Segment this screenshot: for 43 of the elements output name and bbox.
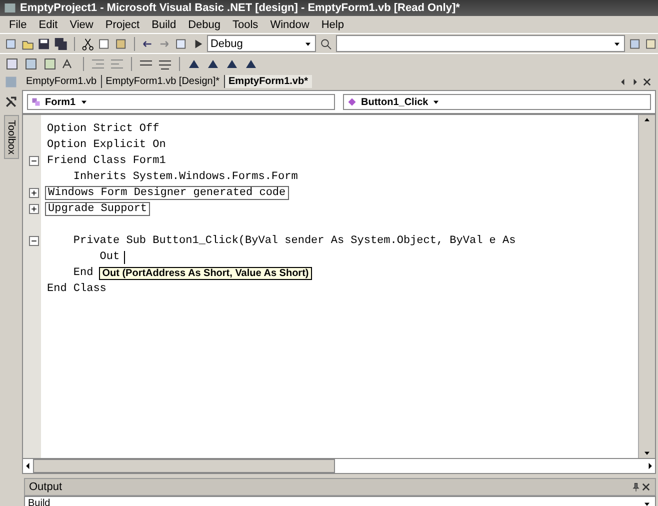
menu-item[interactable]: Build	[146, 18, 182, 30]
class-dropdown[interactable]: Form1	[27, 94, 335, 110]
collapse-icon[interactable]	[29, 156, 39, 166]
menu-item[interactable]: Tools	[228, 18, 264, 30]
menu-item[interactable]: Edit	[34, 18, 63, 30]
toolbox-tab[interactable]: Toolbox	[4, 115, 18, 160]
collapsed-region[interactable]: Upgrade Support	[45, 202, 150, 216]
document-tab[interactable]: EmptyForm1.vb	[22, 75, 102, 88]
code-line: Private Sub Button1_Click(ByVal sender As System.Object, ByVal e As	[72, 235, 516, 247]
method-icon[interactable]	[346, 96, 358, 108]
menu-item[interactable]: Help	[316, 18, 349, 30]
cut-icon[interactable]	[80, 36, 94, 52]
app-icon	[4, 2, 16, 14]
configuration-dropdown[interactable]: Debug	[207, 35, 316, 52]
document-tab[interactable]: EmptyForm1.vb*	[224, 75, 312, 88]
code-line: Out	[98, 251, 120, 263]
code-line: Inherits System.Windows.Forms.Form	[72, 171, 298, 183]
expand-icon[interactable]	[29, 188, 39, 198]
pin-icon[interactable]	[631, 482, 641, 492]
code-line: End Class	[46, 283, 106, 295]
output-pane-dropdown[interactable]: Build	[24, 496, 656, 506]
code-line: End	[72, 267, 94, 279]
panel-title: Output	[29, 481, 62, 493]
method-dropdown[interactable]: Button1_Click	[343, 94, 651, 110]
close-icon[interactable]	[641, 482, 651, 492]
horizontal-scrollbar[interactable]	[22, 459, 656, 474]
collapse-icon[interactable]	[29, 236, 39, 246]
expand-icon[interactable]	[29, 204, 39, 214]
menu-item[interactable]: Window	[265, 18, 314, 30]
menu-item[interactable]: View	[64, 18, 98, 30]
class-icon[interactable]	[30, 96, 42, 108]
window-title: EmptyProject1 - Microsoft Visual Basic .NET [design] - EmptyForm1.vb [Read Only]*	[20, 2, 460, 14]
code-line: Option Strict Off	[46, 123, 160, 135]
parameter-tooltip: Out (PortAddress As Short, Value As Short)	[99, 266, 312, 280]
menu-item[interactable]: Debug	[183, 18, 226, 30]
code-line: Friend Class Form1	[46, 155, 166, 167]
vertical-scrollbar[interactable]	[638, 115, 655, 458]
collapsed-region[interactable]: Windows Form Designer generated code	[45, 186, 289, 200]
menu-item[interactable]: Project	[100, 18, 145, 30]
menu-item[interactable]: File	[4, 18, 32, 30]
code-line: Option Explicit On	[46, 139, 166, 151]
close-icon[interactable]	[642, 76, 652, 86]
save-all-icon[interactable]	[54, 36, 68, 52]
